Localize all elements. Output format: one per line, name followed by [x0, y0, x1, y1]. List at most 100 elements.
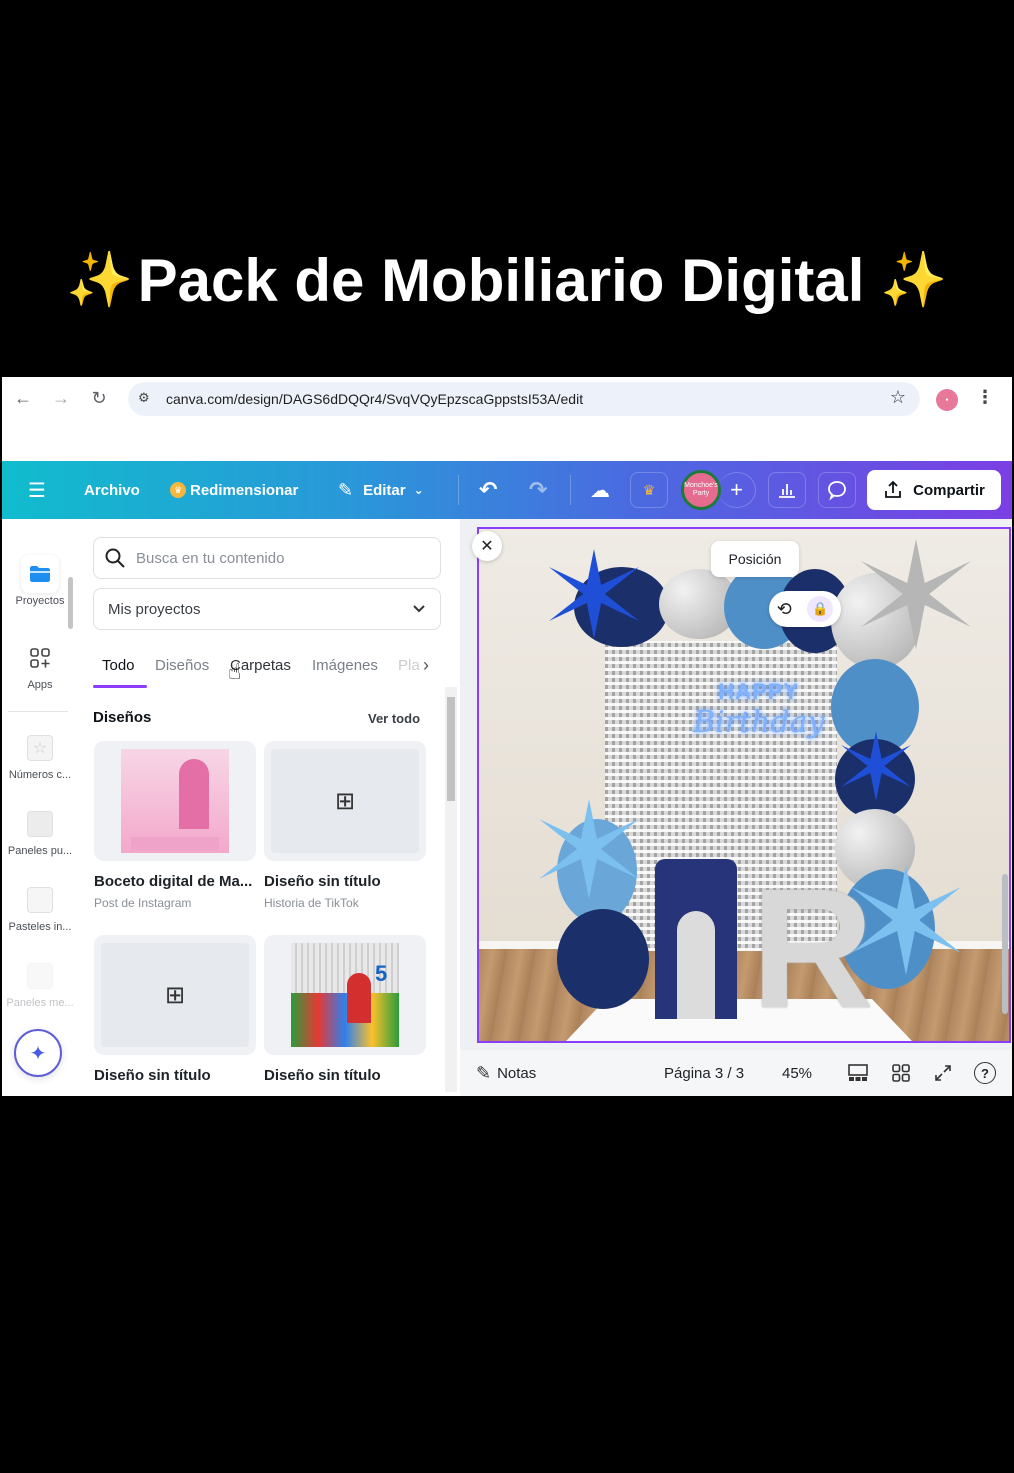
element-floating-toolbar: ⟲ 🔒 — [769, 591, 841, 627]
help-button[interactable]: ? — [974, 1050, 996, 1096]
lock-icon[interactable]: 🔒 — [807, 596, 834, 622]
add-collaborator-button[interactable]: + — [718, 472, 756, 508]
redo-button[interactable]: ↷ — [529, 461, 547, 519]
edit-label: Editar — [363, 481, 406, 499]
fullscreen-button[interactable] — [934, 1050, 952, 1096]
rail-item-pasteles[interactable]: Pasteles in... — [2, 881, 78, 933]
design-thumbnail[interactable]: ⊞ — [94, 935, 256, 1055]
grid-view-button[interactable] — [892, 1050, 910, 1096]
search-input[interactable] — [136, 549, 416, 567]
notes-button[interactable]: ✎ Notas — [476, 1050, 536, 1096]
marquee-letter[interactable]: R — [751, 864, 874, 1034]
file-menu-button[interactable]: Archivo — [84, 461, 140, 519]
rail-item-proyectos[interactable]: Proyectos — [2, 555, 78, 607]
tab-todo[interactable]: Todo — [102, 657, 135, 674]
site-info-icon[interactable]: ⚙ — [138, 390, 150, 406]
design-title: Diseño sin título — [264, 1067, 381, 1084]
projects-panel: Mis proyectos Todo Diseños Carpetas Imág… — [78, 519, 460, 1096]
profile-avatar[interactable]: ● — [936, 389, 958, 411]
project-filter-dropdown[interactable]: Mis proyectos — [93, 588, 441, 630]
design-thumbnail[interactable]: ⊞ — [264, 741, 426, 861]
cloud-saved-icon[interactable]: ☁ — [590, 461, 610, 519]
editor-toolbar: ☰ Archivo ♛ Redimensionar ✎ Editar ⌄ ↶ ↷… — [2, 461, 1012, 519]
browser-menu-icon[interactable]: ⋮ — [976, 387, 994, 408]
chevron-down-icon — [413, 605, 425, 613]
design-card[interactable]: 5 Diseño sin título — [264, 935, 426, 1084]
resize-label: Redimensionar — [190, 481, 299, 499]
thumbnail-icon — [21, 881, 59, 919]
left-rail: Proyectos Apps ☆ Números c... Paneles pu… — [2, 519, 78, 1096]
filmstrip-icon — [848, 1064, 868, 1081]
magic-assistant-button[interactable]: ✦ — [14, 1029, 62, 1077]
design-thumbnail[interactable] — [94, 741, 256, 861]
add-comment-icon[interactable]: ⟲ — [777, 599, 792, 620]
sparkle-magic-icon: ✦ — [29, 1042, 47, 1065]
insights-button[interactable] — [768, 472, 806, 508]
grid-layout-icon: ⊞ — [271, 749, 419, 853]
resize-button[interactable]: ♛ Redimensionar — [170, 461, 298, 519]
address-bar[interactable]: ⚙ canva.com/design/DAGS6dDQQr4/SvqVQyEpz… — [128, 382, 920, 416]
undo-button[interactable]: ↶ — [479, 461, 497, 519]
reload-button[interactable]: ↻ — [88, 387, 110, 409]
page-thumbnails-button[interactable] — [848, 1050, 868, 1096]
rail-label: Pasteles in... — [8, 921, 72, 933]
collaborator-avatar[interactable]: Monchoe's Party — [681, 470, 721, 510]
mario-party-preview: 5 — [291, 943, 399, 1047]
navy-arch-pedestal[interactable] — [655, 859, 737, 1019]
page-indicator[interactable]: Página 3 / 3 — [664, 1050, 744, 1096]
search-icon — [105, 548, 125, 568]
design-page[interactable]: HAPPY Birthday R Posición ⟲ 🔒 — [477, 527, 1011, 1043]
navy-balloon-cluster[interactable] — [557, 909, 649, 1009]
notes-label: Notas — [497, 1064, 537, 1082]
apps-icon — [21, 639, 59, 677]
forward-button[interactable]: → — [50, 387, 72, 409]
rail-item-numeros[interactable]: ☆ Números c... — [2, 729, 78, 781]
comments-button[interactable] — [818, 472, 856, 508]
tab-plantillas[interactable]: Pla — [398, 657, 420, 674]
section-title: Diseños — [93, 709, 152, 726]
canvas-scrollbar[interactable] — [1002, 874, 1008, 1014]
design-type: Post de Instagram — [94, 896, 192, 910]
design-card[interactable]: Boceto digital de Ma... Post de Instagra… — [94, 741, 256, 910]
url-text[interactable]: canva.com/design/DAGS6dDQQr4/SvqVQyEpzsc… — [166, 391, 583, 407]
rail-label: Apps — [27, 679, 53, 691]
thumbnail-icon — [21, 957, 59, 995]
design-card[interactable]: ⊞ Diseño sin título Historia de TikTok — [264, 741, 426, 910]
rail-label: Paneles me... — [6, 997, 74, 1009]
panel-scrollbar-thumb[interactable] — [447, 697, 455, 801]
premium-crown-button[interactable]: ♛ — [630, 472, 668, 508]
tab-imagenes[interactable]: Imágenes — [312, 657, 378, 674]
edit-menu-button[interactable]: ✎ Editar ⌄ — [338, 461, 424, 519]
rail-item-paneles-me[interactable]: Paneles me... — [2, 957, 78, 1009]
design-title: Diseño sin título — [264, 873, 381, 890]
search-box[interactable] — [93, 537, 441, 579]
sparkle-icon: ✨ — [880, 249, 948, 310]
main-menu-icon[interactable]: ☰ — [28, 461, 46, 519]
position-button[interactable]: Posición — [711, 541, 799, 577]
browser-chrome: ← → ↻ ⚙ canva.com/design/DAGS6dDQQr4/Svq… — [2, 377, 1012, 461]
neon-sign[interactable]: HAPPY Birthday — [693, 679, 824, 740]
rail-item-paneles-pu[interactable]: Paneles pu... — [2, 805, 78, 857]
bar-chart-icon — [779, 484, 795, 498]
zoom-level[interactable]: 45% — [782, 1050, 812, 1096]
tab-disenos[interactable]: Diseños — [155, 657, 209, 674]
chevron-right-icon[interactable]: › — [423, 655, 429, 676]
back-button[interactable]: ← — [12, 387, 34, 409]
grid-view-icon — [892, 1064, 910, 1082]
see-all-link[interactable]: Ver todo — [368, 711, 420, 726]
design-title: Diseño sin título — [94, 1067, 211, 1084]
design-card[interactable]: ⊞ Diseño sin título — [94, 935, 256, 1084]
share-button[interactable]: Compartir — [867, 470, 1001, 510]
design-thumbnail[interactable]: 5 — [264, 935, 426, 1055]
pencil-icon: ✎ — [338, 479, 354, 500]
rail-label: Proyectos — [15, 595, 65, 607]
rail-item-apps[interactable]: Apps — [2, 639, 78, 691]
share-upload-icon — [885, 480, 902, 498]
bookmark-star-icon[interactable]: ☆ — [890, 387, 906, 408]
panel-scrollbar[interactable] — [445, 687, 457, 1092]
toolbar-divider — [458, 475, 459, 505]
rail-scrollbar[interactable] — [68, 577, 73, 629]
close-button[interactable]: ✕ — [472, 531, 502, 561]
chevron-down-icon: ⌄ — [413, 483, 424, 497]
caption-title: Pack de Mobiliario Digital — [137, 246, 865, 314]
